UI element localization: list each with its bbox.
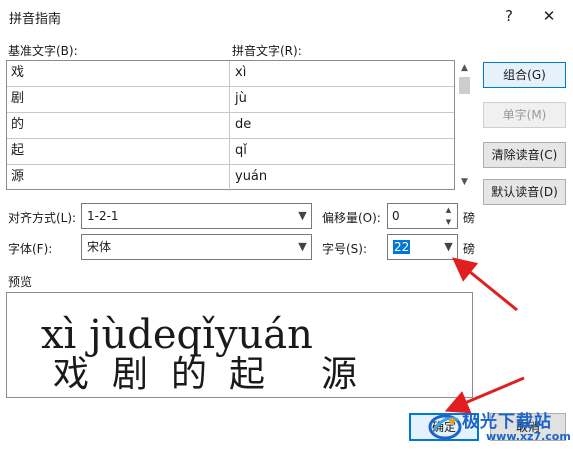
red-arrow xyxy=(444,376,525,414)
red-arrow xyxy=(452,257,518,312)
annotation-arrows xyxy=(444,257,525,414)
